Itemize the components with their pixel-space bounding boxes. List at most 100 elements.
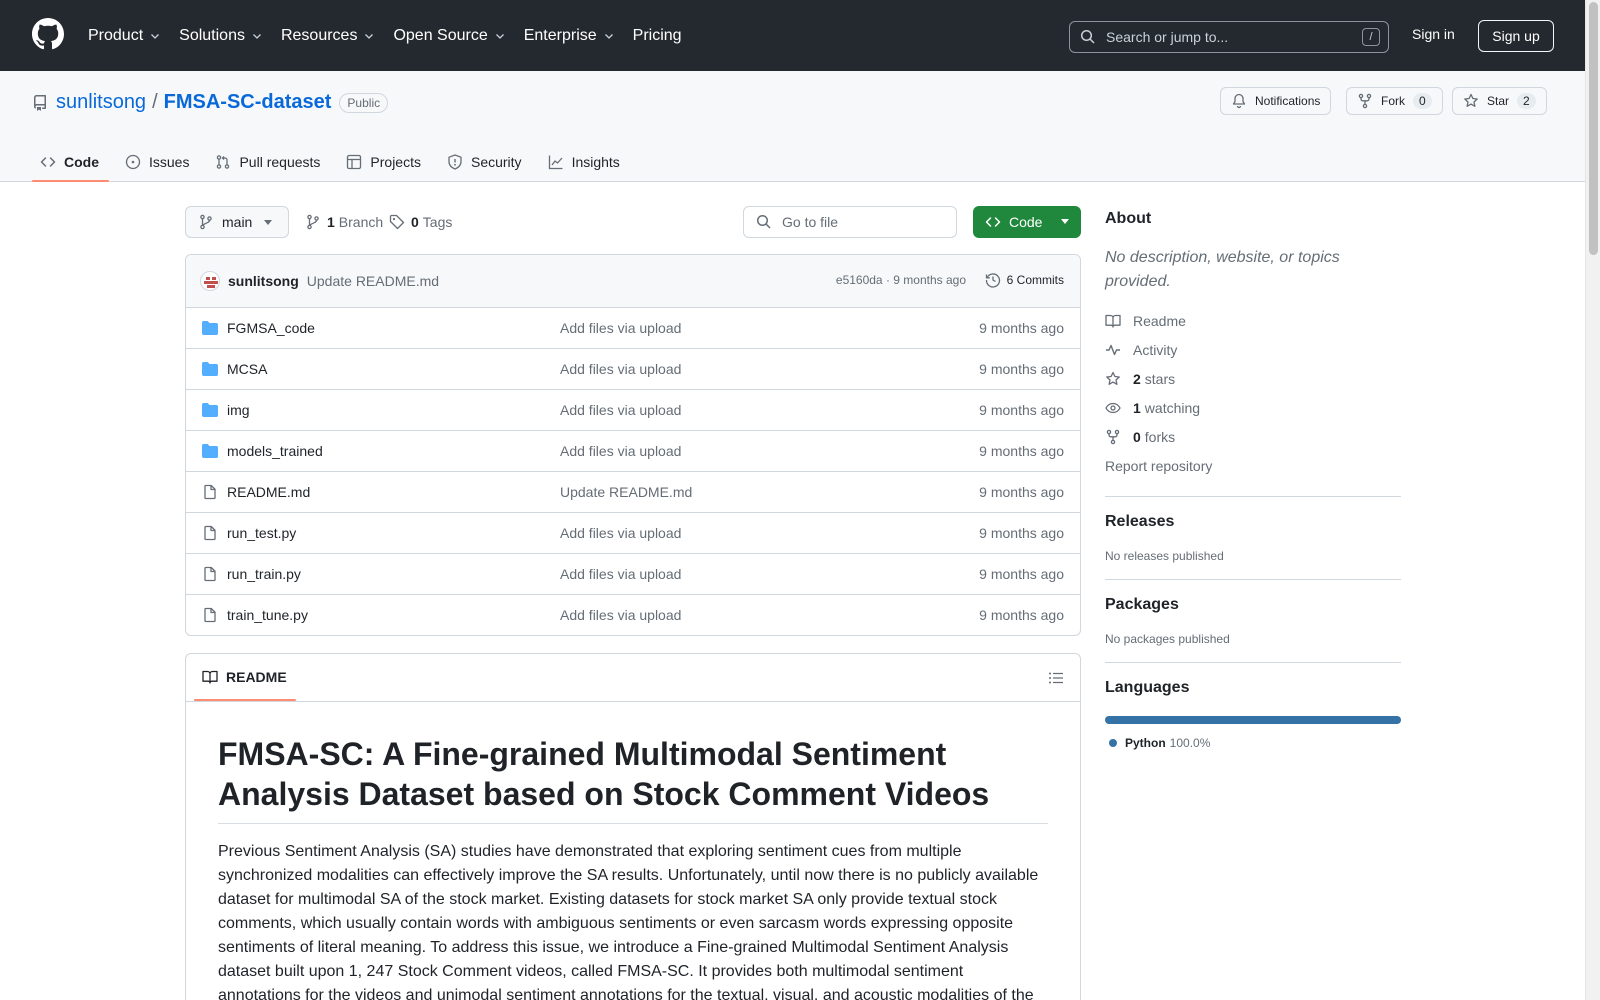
packages-heading[interactable]: Packages <box>1105 596 1401 614</box>
issue-icon <box>125 154 141 170</box>
global-search-input[interactable]: Search or jump to... / <box>1069 21 1389 53</box>
file-commit-message-link[interactable]: Add files via upload <box>560 361 681 377</box>
forks-label: forks <box>1144 428 1176 445</box>
commit-message-link[interactable]: Update README.md <box>307 273 439 289</box>
table-row[interactable]: train_tune.py Add files via upload 9 month… <box>186 595 1080 635</box>
fork-icon <box>1358 93 1372 109</box>
nav-pricing-label: Pricing <box>632 27 682 44</box>
table-row[interactable]: models_trained Add files via upload 9 mont… <box>186 431 1080 472</box>
repo-path-separator: / <box>152 91 158 113</box>
nav-product[interactable]: Product <box>88 22 161 50</box>
readme-tab-label: README <box>226 669 287 685</box>
activity-link[interactable]: Activity <box>1105 335 1401 364</box>
list-unordered-icon[interactable] <box>1048 670 1064 686</box>
releases-heading[interactable]: Releases <box>1105 513 1401 531</box>
search-icon <box>756 214 771 229</box>
go-to-file-input[interactable]: Go to file <box>743 206 957 238</box>
commits-history-link[interactable]: 6 Commits <box>985 272 1064 288</box>
readme-tab[interactable]: README <box>202 669 287 685</box>
table-row[interactable]: FGMSA_code Add files via upload 9 months a… <box>186 308 1080 349</box>
file-icon-wrap <box>202 525 218 541</box>
repo-owner-link[interactable]: sunlitsong <box>56 91 146 114</box>
file-commit-message-link[interactable]: Add files via upload <box>560 607 681 623</box>
file-name-link[interactable]: img <box>227 402 250 418</box>
file-commit-message-link[interactable]: Add files via upload <box>560 566 681 582</box>
file-commit-message-link[interactable]: Add files via upload <box>560 525 681 541</box>
tab-insights[interactable]: Insights <box>540 143 630 181</box>
branch-icon <box>200 214 212 230</box>
nav-resources[interactable]: Resources <box>281 22 375 50</box>
file-name-link[interactable]: models_trained <box>227 443 323 459</box>
tab-security[interactable]: Security <box>439 143 532 181</box>
commit-author-link[interactable]: sunlitsong <box>228 273 299 289</box>
scrollbar-thumb[interactable] <box>1589 2 1598 255</box>
file-icon-wrap <box>202 566 218 582</box>
file-name-link[interactable]: run_test.py <box>227 525 296 541</box>
table-row[interactable]: MCSA Add files via upload 9 months ago <box>186 349 1080 390</box>
readme-paragraph: Previous Sentiment Analysis (SA) studies… <box>218 843 1039 1000</box>
code-dropdown-button[interactable]: Code <box>973 206 1081 238</box>
table-row[interactable]: run_test.py Add files via upload 9 months … <box>186 513 1080 554</box>
global-header: Product Solutions Resources Open Source … <box>0 0 1585 71</box>
repo-title: sunlitsong / FMSA-SC-dataset Public <box>32 91 389 114</box>
latest-commit-bar: sunlitsong Update README.md e5160da · 9 … <box>186 255 1080 308</box>
branch-selector[interactable]: main <box>185 206 289 238</box>
watching-link[interactable]: 1 watching <box>1105 393 1401 422</box>
tab-issues[interactable]: Issues <box>117 143 199 181</box>
branches-link[interactable]: 1 Branch <box>305 214 383 230</box>
sign-in-link[interactable]: Sign in <box>1412 26 1455 42</box>
file-icon <box>204 607 216 623</box>
tab-code[interactable]: Code <box>32 143 109 182</box>
file-list: FGMSA_code Add files via upload 9 months a… <box>186 308 1080 635</box>
sign-up-button[interactable]: Sign up <box>1478 20 1554 52</box>
readme-link[interactable]: Readme <box>1105 306 1401 335</box>
file-name-link[interactable]: README.md <box>227 484 310 500</box>
page-scrollbar[interactable] <box>1585 0 1600 1000</box>
chevron-down-icon <box>495 34 504 39</box>
tab-pull-requests[interactable]: Pull requests <box>207 143 330 181</box>
watching-label: watching <box>1144 399 1201 416</box>
tags-link[interactable]: 0 Tags <box>389 214 452 230</box>
nav-resources-label: Resources <box>280 27 358 44</box>
tab-projects[interactable]: Projects <box>338 143 431 181</box>
repo-name-link[interactable]: FMSA-SC-dataset <box>164 91 332 114</box>
file-commit-message-link[interactable]: Add files via upload <box>560 402 681 418</box>
star-button[interactable]: Star 2 <box>1452 87 1547 115</box>
file-name-link[interactable]: run_train.py <box>227 566 301 582</box>
folder-icon <box>202 321 218 335</box>
branch-icon <box>307 214 319 230</box>
language-color-dot <box>1109 739 1117 747</box>
language-item[interactable]: Python 100.0% <box>1105 736 1401 750</box>
file-name-link[interactable]: train_tune.py <box>227 607 308 623</box>
nav-enterprise[interactable]: Enterprise <box>524 22 615 50</box>
forks-link[interactable]: 0 forks <box>1105 422 1401 451</box>
report-repository-link[interactable]: Report repository <box>1105 451 1401 480</box>
sidebar-divider <box>1105 662 1401 663</box>
file-name-link[interactable]: FGMSA_code <box>227 320 315 336</box>
table-row[interactable]: README.md Update README.md 9 months ago <box>186 472 1080 513</box>
commit-hash-time[interactable]: e5160da · 9 months ago <box>836 273 966 287</box>
stars-link[interactable]: 2 stars <box>1105 364 1401 393</box>
nav-pricing[interactable]: Pricing <box>633 22 682 50</box>
file-commit-message-link[interactable]: Update README.md <box>560 484 692 500</box>
notifications-button[interactable]: Notifications <box>1220 87 1332 115</box>
repo-sidebar: About No description, website, or topics… <box>1105 210 1401 750</box>
table-row[interactable]: img Add files via upload 9 months ago <box>186 390 1080 431</box>
bell-icon <box>1232 93 1246 109</box>
table-row[interactable]: run_train.py Add files via upload 9 months… <box>186 554 1080 595</box>
file-name-link[interactable]: MCSA <box>227 361 267 377</box>
nav-open-source[interactable]: Open Source <box>393 22 505 50</box>
avatar[interactable] <box>200 271 220 291</box>
identicon-icon <box>204 277 218 288</box>
tab-projects-label: Projects <box>370 154 421 170</box>
fork-button[interactable]: Fork 0 <box>1346 87 1443 115</box>
activity-link-label: Activity <box>1133 341 1178 358</box>
about-links: Readme Activity 2 stars 1 watching 0 for… <box>1105 306 1401 480</box>
languages-heading: Languages <box>1105 679 1190 696</box>
history-icon <box>985 273 1000 288</box>
eye-icon <box>1105 402 1121 413</box>
github-logo-icon[interactable] <box>32 18 64 50</box>
file-commit-message-link[interactable]: Add files via upload <box>560 443 681 459</box>
file-commit-message-link[interactable]: Add files via upload <box>560 320 681 336</box>
nav-solutions[interactable]: Solutions <box>179 22 263 50</box>
